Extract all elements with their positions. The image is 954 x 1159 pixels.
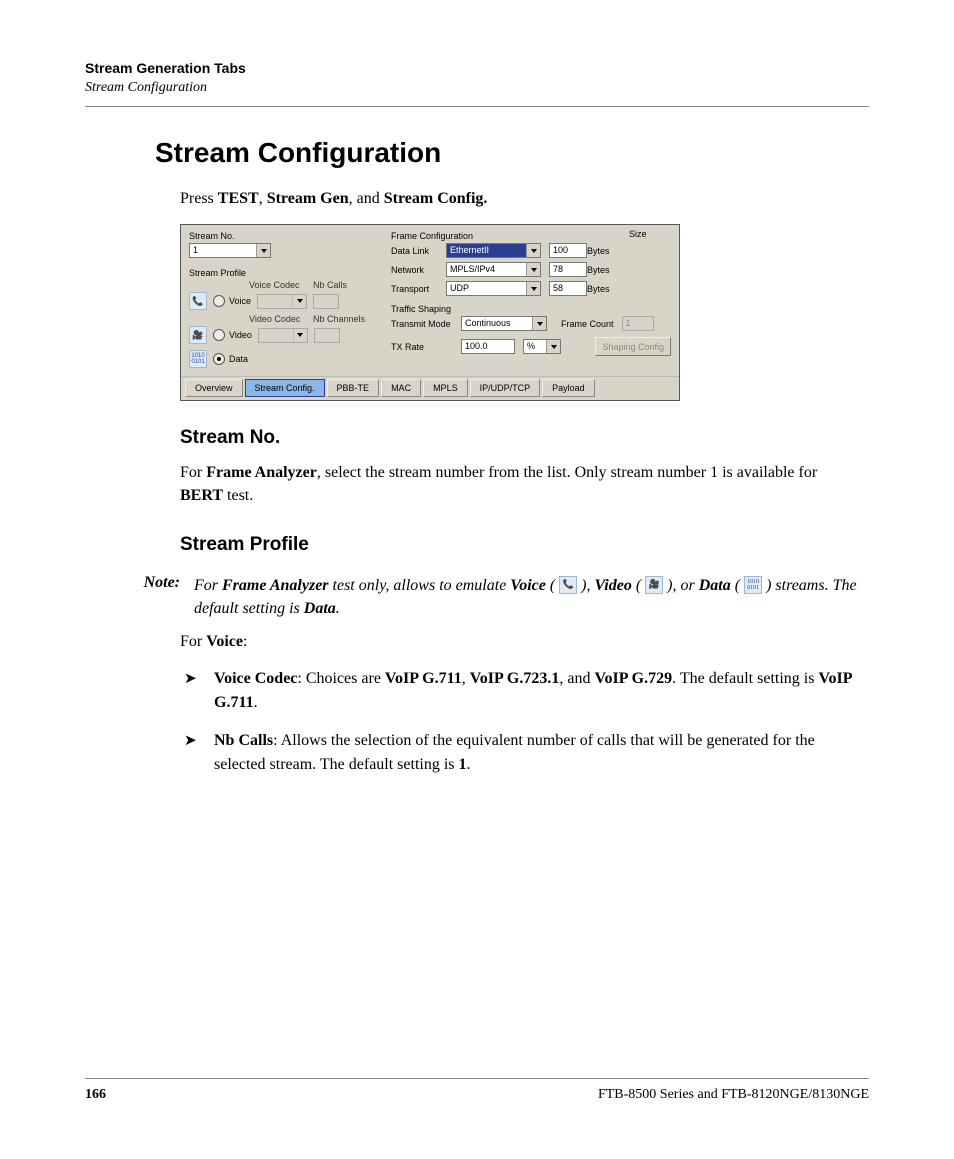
bytes-unit: Bytes	[587, 284, 621, 294]
data-link-size[interactable]: 100	[549, 243, 587, 258]
bullet-list: Voice Codec: Choices are VoIP G.711, VoI…	[180, 667, 859, 777]
stream-profile-heading: Stream Profile	[180, 534, 859, 556]
header-rule	[85, 106, 869, 107]
note-label: Note:	[85, 574, 194, 620]
doc-title: FTB-8500 Series and FTB-8120NGE/8130NGE	[598, 1087, 869, 1103]
video-codec-header: Video Codec	[249, 314, 303, 324]
transport-label: Transport	[391, 284, 446, 294]
nb-calls-field[interactable]	[313, 294, 339, 309]
tab-payload[interactable]: Payload	[542, 379, 595, 397]
data-link-select[interactable]: EthernetII	[446, 243, 541, 258]
video-icon: 🎥	[645, 576, 663, 594]
stream-no-text: For Frame Analyzer, select the stream nu…	[180, 461, 859, 507]
bytes-unit: Bytes	[587, 265, 621, 275]
transport-select[interactable]: UDP	[446, 281, 541, 296]
for-voice-text: For Voice:	[180, 630, 859, 653]
bullet-voice-codec: Voice Codec: Choices are VoIP G.711, VoI…	[180, 667, 859, 715]
network-select[interactable]: MPLS/IPv4	[446, 262, 541, 277]
footer-rule	[85, 1078, 869, 1079]
video-icon: 🎥	[189, 326, 207, 344]
data-radio[interactable]: Data	[213, 353, 248, 365]
running-header: Stream Generation Tabs Stream Configurat…	[85, 60, 869, 96]
tx-unit-select[interactable]: %	[523, 339, 561, 354]
config-screenshot: Stream No. 1 Stream Profile Voice Codec …	[180, 224, 680, 401]
phone-icon: 📞	[559, 576, 577, 594]
transport-size[interactable]: 58	[549, 281, 587, 296]
transmit-mode-select[interactable]: Continuous	[461, 316, 547, 331]
tx-rate-label: TX Rate	[391, 342, 453, 352]
traffic-shaping-label: Traffic Shaping	[391, 304, 671, 314]
chevron-down-icon	[256, 244, 270, 257]
nb-channels-header: Nb Channels	[313, 314, 365, 324]
section-title: Stream Configuration	[85, 80, 869, 96]
stream-profile-label: Stream Profile	[189, 268, 383, 278]
data-icon: 10100101	[189, 350, 207, 368]
tab-overview[interactable]: Overview	[185, 379, 243, 397]
tab-stream-config[interactable]: Stream Config.	[245, 379, 325, 397]
phone-icon: 📞	[189, 292, 207, 310]
video-radio[interactable]: Video	[213, 329, 252, 341]
tx-rate-field[interactable]: 100.0	[461, 339, 515, 354]
page-footer: 166 FTB-8500 Series and FTB-8120NGE/8130…	[85, 1078, 869, 1103]
stream-no-heading: Stream No.	[180, 427, 859, 449]
tab-mpls[interactable]: MPLS	[423, 379, 468, 397]
tab-pbb-te[interactable]: PBB-TE	[327, 379, 380, 397]
transmit-mode-label: Transmit Mode	[391, 319, 453, 329]
bytes-unit: Bytes	[587, 246, 621, 256]
data-link-label: Data Link	[391, 246, 446, 256]
stream-no-label: Stream No.	[189, 231, 383, 241]
tab-bar: Overview Stream Config. PBB-TE MAC MPLS …	[181, 376, 679, 400]
chapter-title: Stream Generation Tabs	[85, 60, 869, 76]
page-title: Stream Configuration	[155, 137, 869, 169]
frame-count-field[interactable]: 1	[622, 316, 654, 331]
intro-text: Press TEST, Stream Gen, and Stream Confi…	[180, 187, 859, 210]
tab-ip-udp-tcp[interactable]: IP/UDP/TCP	[470, 379, 541, 397]
video-codec-select[interactable]	[258, 328, 308, 343]
data-icon: 10100101	[744, 576, 762, 594]
network-label: Network	[391, 265, 446, 275]
nb-calls-header: Nb Calls	[313, 280, 347, 290]
voice-radio[interactable]: Voice	[213, 295, 251, 307]
page-number: 166	[85, 1087, 106, 1103]
shaping-config-button[interactable]: Shaping Config	[595, 337, 671, 356]
bullet-nb-calls: Nb Calls: Allows the selection of the eq…	[180, 729, 859, 777]
tab-mac[interactable]: MAC	[381, 379, 421, 397]
stream-no-select[interactable]: 1	[189, 243, 271, 258]
voice-codec-header: Voice Codec	[249, 280, 303, 290]
nb-channels-field[interactable]	[314, 328, 340, 343]
note-block: Note: For Frame Analyzer test only, allo…	[85, 574, 869, 620]
network-size[interactable]: 78	[549, 262, 587, 277]
voice-codec-select[interactable]	[257, 294, 307, 309]
frame-count-label: Frame Count	[561, 319, 614, 329]
size-header: Size	[629, 229, 647, 239]
note-body: For Frame Analyzer test only, allows to …	[194, 574, 859, 620]
